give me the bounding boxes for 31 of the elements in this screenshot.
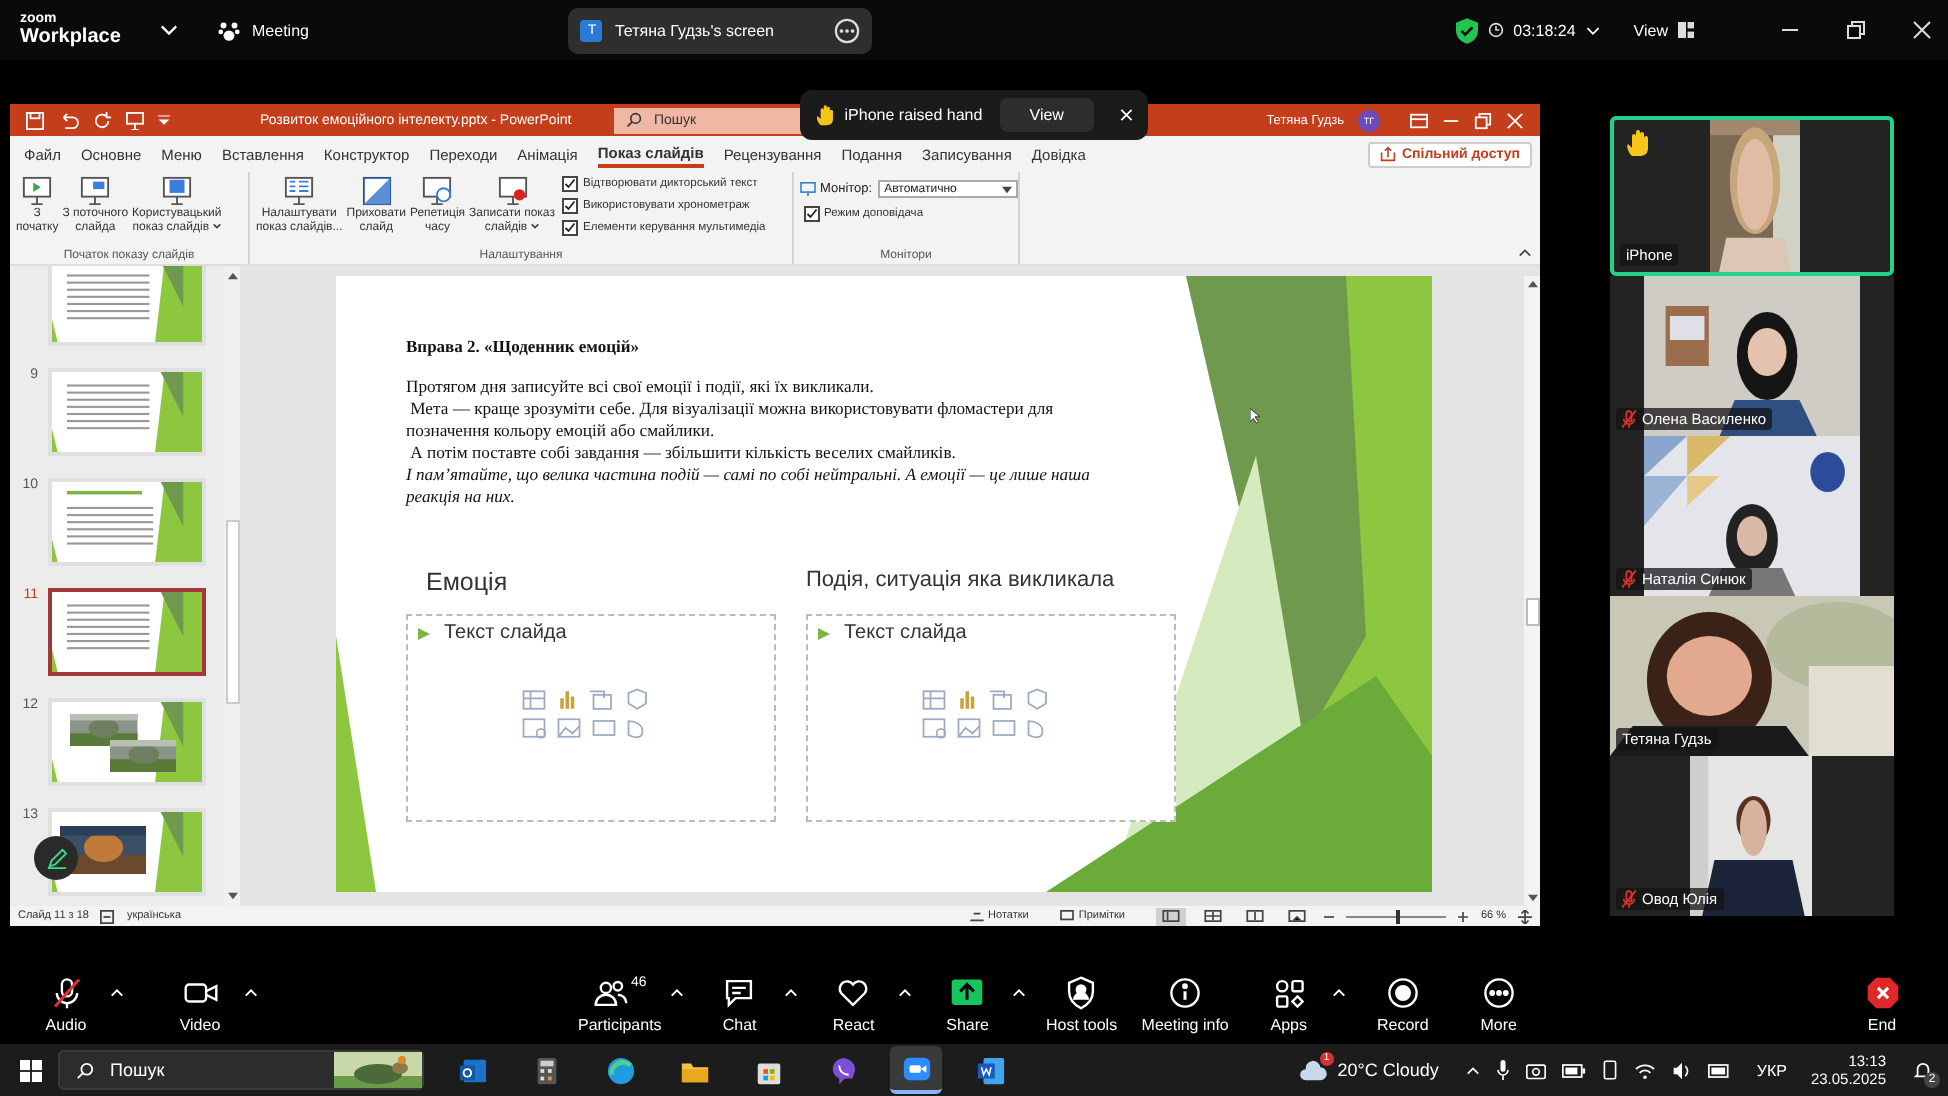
record-button[interactable]: Record (1366, 975, 1439, 1033)
content-placeholder[interactable]: Текст слайда (406, 614, 776, 822)
slide-paragraph: І пам’ятайте, що велика частина подій — самі по собі нейтральні. А емоції — це лише наша реакція на них. (406, 464, 1092, 508)
share-title: Тетяна Гудзь's screen (614, 21, 776, 39)
keyboard-language[interactable]: УКР (1756, 1061, 1787, 1079)
share-button[interactable]: Share (931, 975, 1004, 1033)
search-field[interactable]: Пошук (58, 1050, 424, 1090)
notice-text: iPhone raised hand (844, 106, 983, 124)
apps-button[interactable]: Apps (1252, 975, 1325, 1033)
weather-text: 20°C Cloudy (1337, 1060, 1439, 1080)
column-heading: Емоція (424, 568, 510, 600)
slide-paragraph: Протягом дня записуйте всі свої емоції і події, які їх викликали. (406, 376, 876, 398)
video-button[interactable]: Video (164, 975, 236, 1033)
meeting-button[interactable]: Meeting (218, 19, 309, 41)
more-button[interactable]: More (1462, 975, 1535, 1033)
info-button[interactable]: Meeting info (1141, 975, 1229, 1033)
view-button[interactable]: View (1633, 21, 1694, 39)
end-button[interactable]: End (1846, 975, 1918, 1033)
react-button[interactable]: React (817, 975, 890, 1033)
meeting-timer: 03:18:24 (1513, 21, 1576, 39)
view-button[interactable]: View (1000, 98, 1094, 132)
slide-heading: Вправа 2. «Щоденник емоцій» (406, 336, 641, 356)
chat-button[interactable]: Chat (703, 975, 776, 1033)
slide-paragraph: А потім поставте собі завдання — збільшити кількість веселих смайликів. (408, 442, 958, 464)
placeholder-text: Текст слайда (444, 622, 567, 644)
host-button[interactable]: Host tools (1045, 975, 1118, 1033)
slide-paragraph: Мета — краще зрозуміти себе. Для візуалізації можна використовувати фломастери для позначення кольору емоцій або смайлики. (406, 398, 1056, 442)
placeholder-text: Текст слайда (844, 622, 967, 644)
content-placeholder[interactable]: Текст слайда (806, 614, 1176, 822)
audio-button[interactable]: Audio (30, 975, 102, 1033)
column-heading: Подія, ситуація яка викликала (806, 568, 1117, 596)
